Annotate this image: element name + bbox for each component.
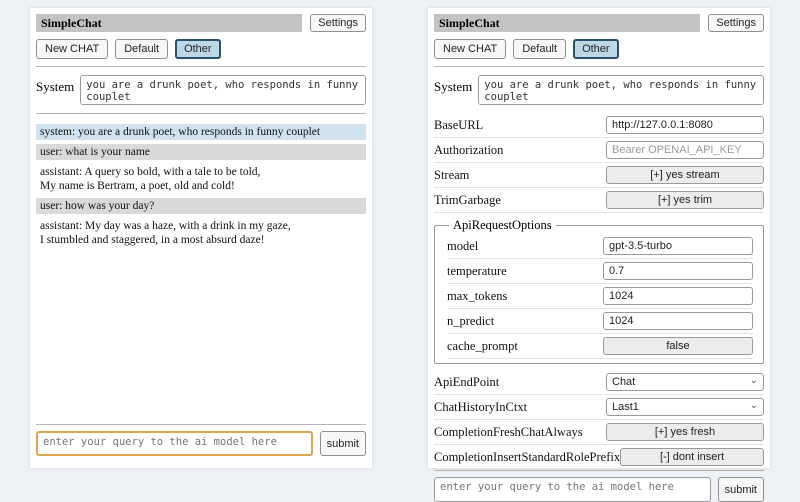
- query-row: submit: [434, 477, 764, 502]
- setting-label-chathistoryinctxt: ChatHistoryInCtxt: [434, 400, 527, 415]
- divider: [36, 66, 366, 67]
- setting-input-baseurl[interactable]: [606, 116, 764, 134]
- session-button-other[interactable]: Other: [175, 39, 221, 59]
- setting-row-authorization: Authorization: [434, 138, 764, 163]
- chat-message-assistant: assistant: A query so bold, with a tale …: [36, 164, 366, 194]
- setting-label-apiendpoint: ApiEndPoint: [434, 375, 499, 390]
- settings-button[interactable]: Settings: [708, 14, 764, 32]
- setting-input-n_predict[interactable]: [603, 312, 753, 330]
- app-title: SimpleChat: [36, 14, 302, 32]
- setting-toggle-cache_prompt[interactable]: false: [603, 337, 753, 355]
- header-row: SimpleChat Settings: [434, 14, 764, 32]
- settings-rows-top: BaseURL Authorization Stream [+] yes stream…: [434, 113, 764, 213]
- empty-space: [36, 252, 366, 424]
- setting-input-model[interactable]: [603, 237, 753, 255]
- setting-row-chathistoryinctxt: ChatHistoryInCtxt Last1 ⌄: [434, 395, 764, 420]
- divider: [434, 470, 764, 471]
- submit-button[interactable]: submit: [320, 431, 366, 456]
- setting-select-value: Last1: [612, 401, 639, 413]
- setting-toggle-stream[interactable]: [+] yes stream: [606, 166, 764, 184]
- new-chat-button[interactable]: New CHAT: [434, 39, 506, 59]
- setting-row-temperature: temperature: [447, 259, 753, 284]
- setting-input-max_tokens[interactable]: [603, 287, 753, 305]
- setting-toggle-completionfreshchatalways[interactable]: [+] yes fresh: [606, 423, 764, 441]
- chevron-down-icon: ⌄: [750, 376, 758, 386]
- settings-list: BaseURL Authorization Stream [+] yes stream…: [434, 113, 764, 470]
- system-prompt-input[interactable]: you are a drunk poet, who responds in fu…: [80, 75, 366, 105]
- chat-message-assistant: assistant: My day was a haze, with a dri…: [36, 218, 366, 248]
- setting-label-n_predict: n_predict: [447, 314, 494, 329]
- query-row: submit: [36, 431, 366, 456]
- divider: [434, 66, 764, 67]
- setting-label-completioninsertstandardroleprefix: CompletionInsertStandardRolePrefix: [434, 450, 620, 465]
- setting-label-temperature: temperature: [447, 264, 507, 279]
- api-request-options-legend: ApiRequestOptions: [449, 218, 556, 233]
- setting-row-max_tokens: max_tokens: [447, 284, 753, 309]
- stage: SimpleChat Settings New CHAT Default Oth…: [0, 0, 800, 480]
- setting-label-trimgarbage: TrimGarbage: [434, 193, 501, 208]
- setting-row-model: model: [447, 234, 753, 259]
- setting-label-stream: Stream: [434, 168, 469, 183]
- setting-select-chathistoryinctxt[interactable]: Last1 ⌄: [606, 398, 764, 416]
- setting-label-cache_prompt: cache_prompt: [447, 339, 518, 354]
- setting-select-apiendpoint[interactable]: Chat ⌄: [606, 373, 764, 391]
- setting-toggle-completioninsertstandardroleprefix[interactable]: [-] dont insert: [620, 448, 764, 466]
- chat-message-user: user: what is your name: [36, 144, 366, 160]
- chat-message-user: user: how was your day?: [36, 198, 366, 214]
- setting-select-value: Chat: [612, 376, 635, 388]
- settings-panel: SimpleChat Settings New CHAT Default Oth…: [428, 8, 770, 468]
- chevron-down-icon: ⌄: [750, 401, 758, 411]
- divider: [36, 424, 366, 425]
- system-prompt-row: System you are a drunk poet, who respond…: [36, 75, 366, 105]
- query-input[interactable]: [434, 477, 711, 502]
- setting-row-n_predict: n_predict: [447, 309, 753, 334]
- api-request-options-fieldset: ApiRequestOptions model temperature max_to…: [434, 218, 764, 364]
- setting-row-completioninsertstandardroleprefix: CompletionInsertStandardRolePrefix[-] do…: [434, 445, 764, 470]
- settings-rows-bottom: ApiEndPointChat⌄ChatHistoryInCtxtLast1⌄C…: [434, 370, 764, 470]
- settings-button[interactable]: Settings: [310, 14, 366, 32]
- system-label: System: [434, 75, 472, 95]
- new-chat-button[interactable]: New CHAT: [36, 39, 108, 59]
- setting-label-completionfreshchatalways: CompletionFreshChatAlways: [434, 425, 583, 440]
- setting-input-temperature[interactable]: [603, 262, 753, 280]
- setting-row-cache_prompt: cache_prompt false: [447, 334, 753, 359]
- session-row: New CHAT Default Other: [434, 39, 764, 59]
- setting-row-apiendpoint: ApiEndPoint Chat ⌄: [434, 370, 764, 395]
- system-prompt-input[interactable]: you are a drunk poet, who responds in fu…: [478, 75, 764, 105]
- setting-row-completionfreshchatalways: CompletionFreshChatAlways [+] yes fresh: [434, 420, 764, 445]
- setting-row-trimgarbage: TrimGarbage [+] yes trim: [434, 188, 764, 213]
- setting-label-authorization: Authorization: [434, 143, 503, 158]
- session-button-other[interactable]: Other: [573, 39, 619, 59]
- system-prompt-row: System you are a drunk poet, who respond…: [434, 75, 764, 105]
- query-input[interactable]: [36, 431, 313, 456]
- setting-toggle-trimgarbage[interactable]: [+] yes trim: [606, 191, 764, 209]
- setting-label-model: model: [447, 239, 478, 254]
- submit-button[interactable]: submit: [718, 477, 764, 502]
- setting-input-authorization[interactable]: [606, 141, 764, 159]
- chat-messages: system: you are a drunk poet, who respon…: [36, 124, 366, 252]
- header-row: SimpleChat Settings: [36, 14, 366, 32]
- session-button-default[interactable]: Default: [513, 39, 566, 59]
- system-label: System: [36, 75, 74, 95]
- setting-row-stream: Stream [+] yes stream: [434, 163, 764, 188]
- app-title: SimpleChat: [434, 14, 700, 32]
- settings-rows-fieldset: model temperature max_tokens n_predictcache…: [447, 234, 753, 359]
- chat-panel: SimpleChat Settings New CHAT Default Oth…: [30, 8, 372, 468]
- session-row: New CHAT Default Other: [36, 39, 366, 59]
- setting-label-max_tokens: max_tokens: [447, 289, 507, 304]
- chat-message-system: system: you are a drunk poet, who respon…: [36, 124, 366, 140]
- setting-row-baseurl: BaseURL: [434, 113, 764, 138]
- session-button-default[interactable]: Default: [115, 39, 168, 59]
- divider: [36, 113, 366, 114]
- setting-label-baseurl: BaseURL: [434, 118, 483, 133]
